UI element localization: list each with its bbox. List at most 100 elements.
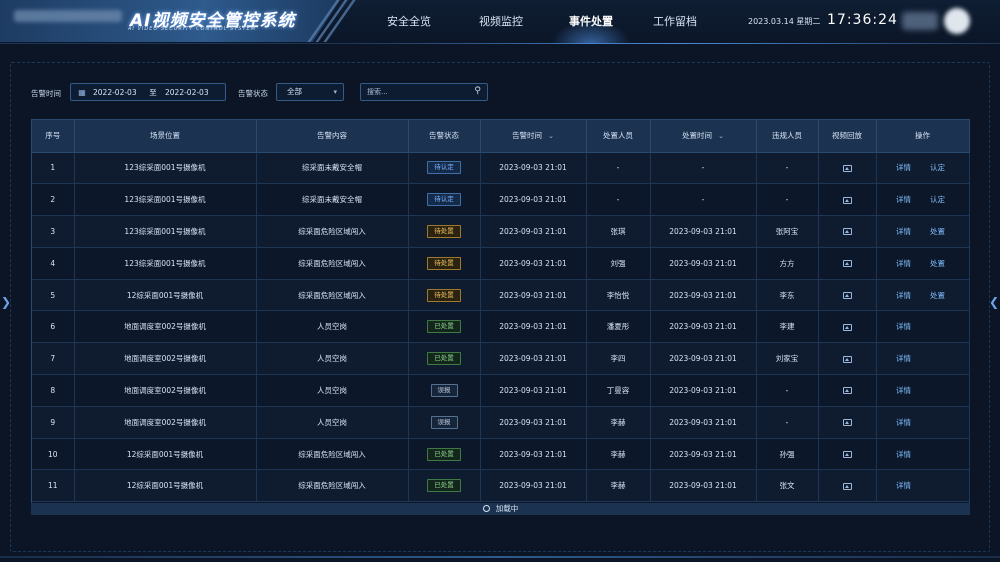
video-playback-icon[interactable] <box>842 451 852 459</box>
cell-content: 综采面危险区域闯入 <box>256 215 409 248</box>
detail-link[interactable]: 详情 <box>887 449 921 460</box>
logo-banner: AI视频安全管控系统 AI VIDEO SECURITY CONTROL SYS… <box>0 0 340 42</box>
table-row: 6 地面调度室002号摄像机 人员空岗 已处置 2023-09-03 21:01 潘夏彤 2… <box>32 310 970 344</box>
loading-bar: 加载中 <box>31 503 970 515</box>
video-playback-icon[interactable] <box>842 260 852 268</box>
handle-link[interactable]: 处置 <box>921 290 955 301</box>
cell-status: 待处置 <box>408 215 481 248</box>
app-subtitle: AI VIDEO SECURITY CONTROL SYSTEM <box>128 26 256 32</box>
nav-item-events[interactable]: 事件处置 <box>562 0 620 44</box>
date-range-picker[interactable]: ▦ 2022-02-03 至 2022-02-03 <box>70 83 226 101</box>
confirm-link[interactable]: 认定 <box>921 162 955 173</box>
cell-violator: 张文 <box>756 469 819 503</box>
video-playback-icon[interactable] <box>842 355 852 363</box>
cell-violator: 孙强 <box>756 438 819 471</box>
table-body: 1 123综采面001号摄像机 综采面未戴安全帽 待认定 2023-09-03 21:0… <box>32 152 970 503</box>
col-header-no: 序号 <box>32 120 75 153</box>
confirm-link[interactable]: 认定 <box>921 194 955 205</box>
cell-handler: 李赫 <box>586 406 651 439</box>
cell-handle-time: 2023-09-03 21:01 <box>650 247 757 280</box>
chevron-down-icon[interactable]: ⌄ <box>718 132 724 140</box>
cell-status: 误报 <box>408 406 481 439</box>
video-playback-icon[interactable] <box>842 323 852 331</box>
cell-handler: 李赫 <box>586 438 651 471</box>
detail-link[interactable]: 详情 <box>887 290 921 301</box>
cell-no: 3 <box>32 215 75 248</box>
avatar[interactable] <box>944 8 970 34</box>
nav-item-overview[interactable]: 安全全览 <box>380 0 438 44</box>
detail-link[interactable]: 详情 <box>887 194 921 205</box>
cell-alarm-time: 2023-09-03 21:01 <box>480 279 587 312</box>
cell-content: 综采面未戴安全帽 <box>256 183 409 217</box>
video-playback-icon[interactable] <box>842 196 852 204</box>
search-box[interactable]: ⚲ <box>360 83 488 101</box>
cell-violator: 方方 <box>756 247 819 280</box>
detail-link[interactable]: 详情 <box>887 162 921 173</box>
status-badge: 待处置 <box>427 256 461 270</box>
cell-handler: 刘强 <box>586 247 651 280</box>
cell-ops: 详情 <box>876 374 970 407</box>
header-glow-line <box>350 43 1000 44</box>
col-header-handle-time[interactable]: 处置时间 ⌄ <box>650 120 757 153</box>
cell-alarm-time: 2023-09-03 21:01 <box>480 310 587 344</box>
cell-location: 123综采面001号摄像机 <box>74 215 257 248</box>
cell-status: 误报 <box>408 374 481 407</box>
cell-alarm-time: 2023-09-03 21:01 <box>480 183 587 217</box>
end-date[interactable]: 2022-02-03 <box>165 88 217 97</box>
detail-link[interactable]: 详情 <box>887 417 921 428</box>
cell-content: 综采面未戴安全帽 <box>256 152 409 185</box>
cell-handler: - <box>586 152 651 185</box>
handle-link[interactable]: 处置 <box>921 226 955 237</box>
video-playback-icon[interactable] <box>842 387 852 395</box>
status-select[interactable]: 全部 ▾ <box>276 83 344 101</box>
search-icon[interactable]: ⚲ <box>474 86 481 96</box>
video-playback-icon[interactable] <box>842 228 852 236</box>
detail-link[interactable]: 详情 <box>887 353 921 364</box>
blurred-username[interactable] <box>902 12 938 30</box>
cell-ops: 详情 <box>876 469 970 503</box>
handle-link[interactable]: 处置 <box>921 258 955 269</box>
cell-violator: - <box>756 406 819 439</box>
table-row: 7 地面调度室002号摄像机 人员空岗 已处置 2023-09-03 21:01 李四 20… <box>32 342 970 376</box>
cell-ops: 详情 认定 <box>876 152 970 185</box>
cell-handle-time: 2023-09-03 21:01 <box>650 310 757 344</box>
cell-alarm-time: 2023-09-03 21:01 <box>480 247 587 280</box>
cell-video <box>818 279 877 312</box>
detail-link[interactable]: 详情 <box>887 226 921 237</box>
cell-violator: 李东 <box>756 279 819 312</box>
status-badge: 已处置 <box>427 447 461 461</box>
chevron-down-icon[interactable]: ⌄ <box>548 132 554 140</box>
table-row: 3 123综采面001号摄像机 综采面危险区域闯入 待处置 2023-09-03 21:… <box>32 215 970 248</box>
detail-link[interactable]: 详情 <box>887 385 921 396</box>
cell-location: 123综采面001号摄像机 <box>74 183 257 217</box>
col-header-handler: 处置人员 <box>586 120 651 153</box>
nav-item-archive[interactable]: 工作留档 <box>646 0 704 44</box>
video-playback-icon[interactable] <box>842 164 852 172</box>
detail-link[interactable]: 详情 <box>887 258 921 269</box>
detail-link[interactable]: 详情 <box>887 480 921 491</box>
detail-link[interactable]: 详情 <box>887 321 921 332</box>
video-playback-icon[interactable] <box>842 292 852 300</box>
col-header-alarm-time[interactable]: 告警时间 ⌄ <box>480 120 587 153</box>
range-separator: 至 <box>149 87 157 97</box>
alarm-time-label: 告警时间 <box>31 89 61 98</box>
nav-item-video[interactable]: 视频监控 <box>478 0 524 44</box>
video-playback-icon[interactable] <box>842 482 852 490</box>
table-row: 5 12综采面001号摄像机 综采面危险区域闯入 待处置 2023-09-03 21:0… <box>32 279 970 312</box>
cell-violator: - <box>756 374 819 407</box>
cell-handle-time: - <box>650 152 757 185</box>
cell-violator: 李建 <box>756 310 819 344</box>
cell-handle-time: 2023-09-03 21:01 <box>650 374 757 407</box>
cell-alarm-time: 2023-09-03 21:01 <box>480 438 587 471</box>
cell-status: 待处置 <box>408 247 481 280</box>
video-playback-icon[interactable] <box>842 419 852 427</box>
cell-no: 11 <box>32 469 75 503</box>
cell-status: 已处置 <box>408 438 481 471</box>
cell-handle-time: 2023-09-03 21:01 <box>650 279 757 312</box>
cell-content: 综采面危险区域闯入 <box>256 279 409 312</box>
cell-content: 综采面危险区域闯入 <box>256 247 409 280</box>
start-date[interactable]: 2022-02-03 <box>93 88 141 97</box>
search-input[interactable] <box>367 86 467 98</box>
cell-handle-time: - <box>650 183 757 217</box>
cell-no: 4 <box>32 247 75 280</box>
